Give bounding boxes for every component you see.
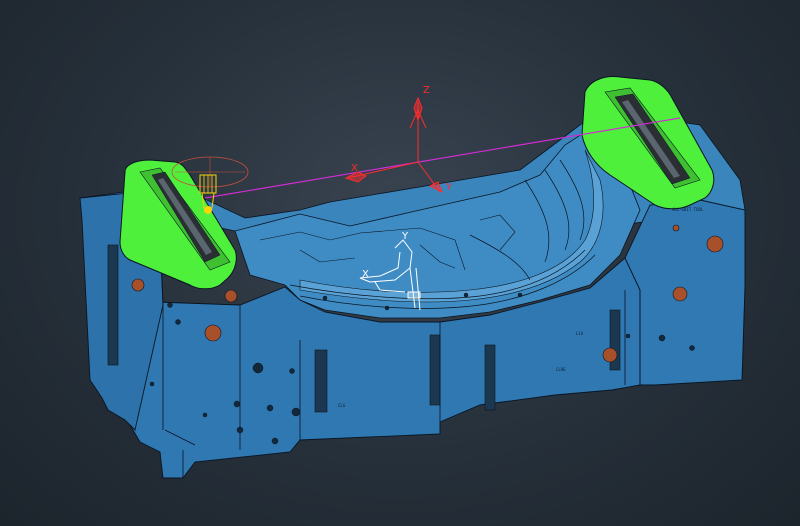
world-axis-z-label: Z — [423, 85, 430, 96]
cad-3d-viewport[interactable]: Z X Y Y X ALL-GRIT TOOL L1A CLG CLRE — [0, 0, 800, 526]
world-axis-y-label: Y — [446, 182, 453, 193]
front-slot-1 — [314, 349, 328, 413]
front-slot-4 — [107, 244, 119, 366]
face-engraving-b: CLG — [338, 403, 346, 408]
local-axis-x-label: X — [362, 269, 369, 280]
local-axis-y-label: Y — [402, 231, 409, 242]
face-engraving-right: ALL-GRIT TOOL — [672, 207, 704, 212]
face-engraving-a: L1A — [576, 331, 584, 336]
world-axis-x-label: X — [351, 163, 358, 174]
mold-die-model[interactable] — [0, 0, 800, 526]
world-axis-triad-icon — [344, 96, 443, 194]
front-slot-3 — [484, 344, 496, 411]
mold-cavity — [234, 131, 641, 319]
face-engraving-c: CLRE — [556, 367, 566, 372]
front-slot-2 — [429, 334, 441, 406]
